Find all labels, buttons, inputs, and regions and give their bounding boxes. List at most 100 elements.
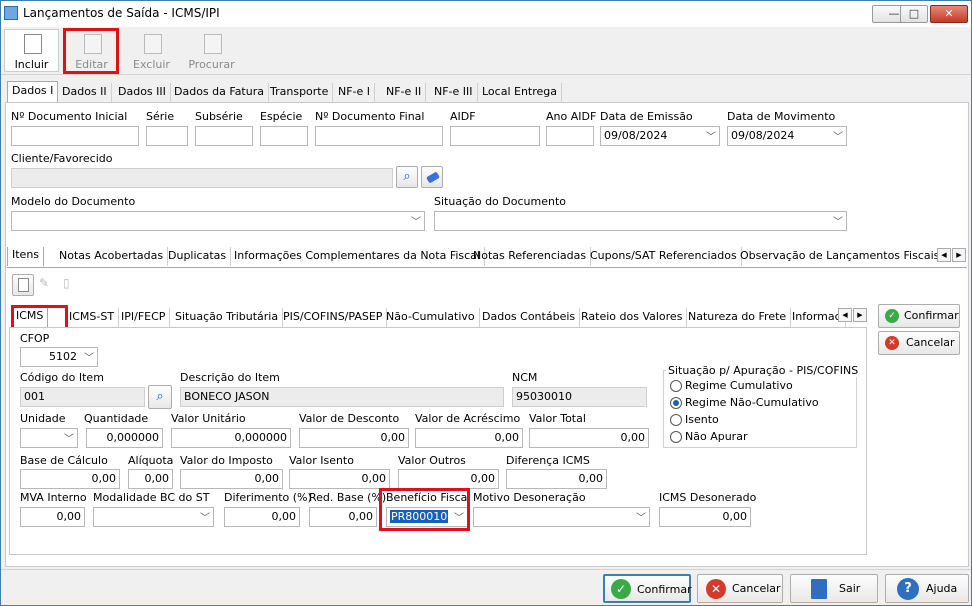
valor-acrescimo-input[interactable]: 0,00 [415,428,523,448]
valor-total-input[interactable]: 0,00 [529,428,649,448]
tab-notas-referenciadas[interactable]: Notas Referenciadas [469,247,592,266]
new-document-icon [24,34,42,54]
tab-pis-cofins[interactable]: PIS/COFINS/PASEP [279,308,388,327]
tab-dados-iii[interactable]: Dados III [114,83,171,102]
doc-final-input[interactable] [315,126,443,146]
aliquota-input[interactable]: 0,00 [128,469,173,489]
base-calculo-input[interactable]: 0,00 [20,469,120,489]
data-movimento-picker[interactable]: 09/08/2024 ﹀ [727,126,847,146]
edit-item-icon[interactable]: ✎ [39,276,57,294]
tax-tab-scroll-left[interactable]: ◀ [838,308,852,322]
tab-dados-ii[interactable]: Dados II [58,83,112,102]
diferenca-input[interactable]: 0,00 [506,469,607,489]
tab-scroll-right[interactable]: ▶ [952,248,966,262]
motivo-select[interactable]: ﹀ [473,507,650,527]
valor-imposto-input[interactable]: 0,00 [180,469,283,489]
radio-regime-nao-cumulativo[interactable] [670,397,682,409]
item-confirmar-label: Confirmar [904,309,959,322]
especie-input[interactable] [260,126,308,146]
search-icon[interactable]: ⌕ [148,385,172,409]
delete-item-icon[interactable]: ▯ [63,276,81,294]
tab-nao-cumulativo[interactable]: Não-Cumulativo [382,308,480,327]
valor-desconto-label: Valor de Desconto [299,412,400,425]
aliquota-label: Alíquota [128,454,174,467]
icms-desonerado-label: ICMS Desonerado [659,491,757,504]
codigo-label: Código do Item [20,371,104,384]
tab-notas-acobertadas[interactable]: Notas Acobertadas [55,247,169,266]
tab-ipi-fecp[interactable]: IPI/FECP [117,308,171,327]
eraser-icon[interactable] [421,166,443,188]
tab-natureza-frete[interactable]: Natureza do Frete [684,308,792,327]
tab-local-entrega[interactable]: Local Entrega [478,83,563,102]
diferimento-input[interactable]: 0,00 [224,507,300,527]
serie-input[interactable] [146,126,188,146]
tab-transporte[interactable]: Transporte [266,83,334,102]
tax-tab-scroll-right[interactable]: ▶ [853,308,867,322]
radio-nao-apurar[interactable] [670,431,682,443]
tab-scroll-left[interactable]: ◀ [937,248,951,262]
tab-nfe-iii[interactable]: NF-e III [430,83,478,102]
delete-icon [144,34,162,54]
data-emissao-label: Data de Emissão [600,110,693,123]
subserie-input[interactable] [195,126,253,146]
add-item-icon[interactable] [12,274,34,296]
tab-icms-st[interactable]: ICMS-ST [65,308,120,327]
aidf-label: AIDF [450,110,476,123]
ano-aidf-input[interactable] [546,126,594,146]
cliente-input[interactable] [11,168,393,188]
codigo-input[interactable]: 001 [20,387,145,407]
tab-dados-contabeis[interactable]: Dados Contábeis [478,308,581,327]
tab-observacao[interactable]: Observação de Lançamentos Fiscais (C [736,247,937,266]
mva-input[interactable]: 0,00 [20,507,85,527]
situacao-select[interactable]: ﹀ [434,211,847,231]
item-cancelar-button[interactable]: ✕ Cancelar [878,331,960,355]
maximize-button[interactable]: □ [900,5,928,23]
tab-nfe-ii[interactable]: NF-e II [382,83,427,102]
valor-outros-input[interactable]: 0,00 [398,469,499,489]
cancelar-button[interactable]: ✕ Cancelar [697,574,783,603]
ncm-input[interactable]: 95030010 [512,387,647,407]
chevron-down-icon: ﹀ [200,513,210,524]
item-confirmar-button[interactable]: ✓ Confirmar [878,304,960,328]
doc-inicial-input[interactable] [11,126,139,146]
confirmar-button[interactable]: ✓ Confirmar [603,574,692,603]
ajuda-button[interactable]: ? Ajuda [885,574,969,603]
valor-unitario-input[interactable]: 0,000000 [171,428,291,448]
data-emissao-picker[interactable]: 09/08/2024 ﹀ [600,126,720,146]
tab-dados-fatura[interactable]: Dados da Fatura [170,83,269,102]
tab-rateio[interactable]: Rateio dos Valores [577,308,688,327]
search-icon[interactable]: ⌕ [396,166,418,188]
modelo-select[interactable]: ﹀ [11,211,425,231]
red-base-input[interactable]: 0,00 [309,507,377,527]
radio-regime-cumulativo[interactable] [670,380,682,392]
modalidade-label: Modalidade BC do ST [93,491,210,504]
tab-nfe-i[interactable]: NF-e I [334,83,376,102]
icms-desonerado-input[interactable]: 0,00 [659,507,751,527]
tab-duplicatas[interactable]: Duplicatas [164,247,232,266]
unidade-select[interactable]: ﹀ [20,428,78,448]
situacao-label: Situação do Documento [434,195,567,208]
tab-situacao-tributaria[interactable]: Situação Tributária [171,308,284,327]
cfop-select[interactable]: 5102 ﹀ [20,347,98,367]
quantidade-input[interactable]: 0,000000 [86,428,163,448]
tab-informacoes[interactable]: Informac [788,308,846,327]
chevron-down-icon: ﹀ [833,217,843,228]
regime-nao-cumulativo-label: Regime Não-Cumulativo [685,396,819,409]
tab-dados-i[interactable]: Dados I [7,81,59,102]
close-button[interactable]: ✕ [930,5,968,23]
sair-button[interactable]: Sair [790,574,878,603]
procurar-button[interactable]: Procurar [184,29,239,72]
incluir-button[interactable]: Incluir [4,29,59,72]
modalidade-select[interactable]: ﹀ [93,507,214,527]
valor-desconto-input[interactable]: 0,00 [299,428,409,448]
cfop-label: CFOP [20,332,50,345]
aidf-input[interactable] [450,126,540,146]
tab-cupons-sat[interactable]: Cupons/SAT Referenciados [586,247,742,266]
main-window: Lançamentos de Saída - ICMS/IPI — □ ✕ In… [0,0,972,606]
tab-info-complementares[interactable]: Informações Complementares da Nota Fisca… [230,247,485,266]
radio-isento[interactable] [670,414,682,426]
tab-itens[interactable]: Itens [7,247,45,266]
valor-isento-input[interactable]: 0,00 [289,469,390,489]
descricao-input[interactable]: BONECO JASON [180,387,504,407]
excluir-button[interactable]: Excluir [124,29,179,72]
